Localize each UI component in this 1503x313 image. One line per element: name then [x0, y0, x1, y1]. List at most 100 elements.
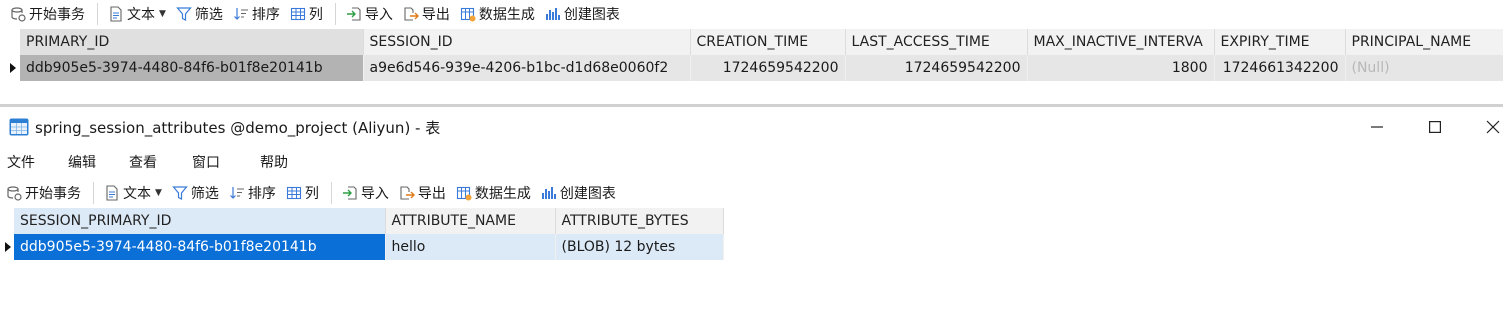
last-access-time-cell[interactable]: 1724659542200: [845, 55, 1028, 81]
column-header[interactable]: ATTRIBUTE_BYTES: [555, 208, 724, 234]
column-header[interactable]: SESSION_PRIMARY_ID: [14, 208, 386, 234]
text-label: 文本: [127, 7, 155, 23]
text-icon: [110, 6, 122, 22]
column-header[interactable]: SESSION_ID: [363, 29, 691, 55]
menu-edit[interactable]: 编辑: [68, 147, 96, 177]
begin-transaction-button[interactable]: 开始事务: [2, 181, 85, 205]
toolbar-separator: [334, 3, 336, 25]
sort-icon: [229, 187, 244, 199]
attribute-bytes-cell[interactable]: (BLOB) 12 bytes: [555, 234, 724, 260]
columns-button[interactable]: 列: [286, 2, 327, 26]
menu-bar: 文件 编辑 查看 窗口 帮助: [0, 147, 1503, 177]
columns-icon: [290, 7, 305, 21]
maximize-icon: [1429, 121, 1441, 133]
data-generation-button[interactable]: 数据生成: [456, 2, 539, 26]
column-header[interactable]: CREATION_TIME: [690, 29, 846, 55]
filter-icon: [172, 186, 188, 200]
import-icon: [342, 186, 357, 200]
begin-transaction-label: 开始事务: [29, 7, 85, 23]
row-pointer-icon: [5, 242, 11, 252]
row-header-corner: [2, 208, 14, 234]
data-generation-icon: [456, 186, 472, 201]
window-title: spring_session_attributes @demo_project …: [35, 118, 441, 137]
window-titlebar[interactable]: spring_session_attributes @demo_project …: [0, 107, 1503, 147]
export-button[interactable]: 导出: [399, 2, 454, 26]
text-button[interactable]: 文本 ▼: [100, 181, 166, 205]
create-chart-icon: [545, 8, 560, 20]
attribute-name-cell[interactable]: hello: [385, 234, 556, 260]
transaction-icon: [11, 7, 26, 22]
data-generation-label: 数据生成: [478, 7, 535, 23]
toolbar-separator: [93, 182, 94, 204]
transaction-icon: [7, 186, 22, 201]
expiry-time-cell[interactable]: 1724661342200: [1214, 55, 1346, 81]
text-label: 文本: [123, 186, 151, 202]
session-id-cell[interactable]: a9e6d546-939e-4206-b1bc-d1d68e0060f2: [363, 55, 691, 81]
minimize-icon: [1371, 126, 1383, 128]
import-label: 导入: [364, 7, 393, 23]
menu-help[interactable]: 帮助: [260, 147, 288, 177]
begin-transaction-button[interactable]: 开始事务: [6, 2, 89, 26]
column-header[interactable]: PRINCIPAL_NAME: [1345, 29, 1503, 55]
column-header[interactable]: ATTRIBUTE_NAME: [385, 208, 556, 234]
import-button[interactable]: 导入: [342, 2, 397, 26]
menu-file[interactable]: 文件: [7, 147, 35, 177]
chevron-down-icon[interactable]: ▼: [159, 9, 166, 19]
close-icon: [1486, 120, 1500, 134]
table-row[interactable]: ddb905e5-3974-4480-84f6-b01f8e20141b hel…: [2, 234, 724, 260]
create-chart-button[interactable]: 创建图表: [541, 2, 624, 26]
data-generation-icon: [460, 7, 476, 22]
export-button[interactable]: 导出: [395, 181, 450, 205]
close-button[interactable]: [1470, 107, 1503, 147]
table-row[interactable]: ddb905e5-3974-4480-84f6-b01f8e20141b a9e…: [6, 55, 1503, 81]
columns-icon: [286, 186, 301, 200]
sort-button[interactable]: 排序: [225, 181, 280, 205]
menu-window[interactable]: 窗口: [192, 147, 220, 177]
column-header[interactable]: EXPIRY_TIME: [1214, 29, 1346, 55]
filter-button[interactable]: 筛选: [172, 2, 227, 26]
create-chart-button[interactable]: 创建图表: [537, 181, 620, 205]
maximize-button[interactable]: [1412, 107, 1458, 147]
attributes-table: SESSION_PRIMARY_ID ATTRIBUTE_NAME ATTRIB…: [2, 208, 724, 260]
export-label: 导出: [417, 186, 446, 202]
sort-button[interactable]: 排序: [229, 2, 284, 26]
begin-transaction-label: 开始事务: [25, 186, 81, 202]
minimize-button[interactable]: [1354, 107, 1400, 147]
column-header[interactable]: PRIMARY_ID: [20, 29, 364, 55]
window-toolbar: 开始事务 文本 ▼ 筛选 排序 列 导入 导出 数据生成 创建图表: [2, 179, 622, 207]
toolbar-separator: [97, 3, 98, 25]
create-chart-label: 创建图表: [559, 186, 616, 202]
filter-label: 筛选: [194, 7, 223, 23]
creation-time-cell[interactable]: 1724659542200: [690, 55, 846, 81]
import-icon: [346, 7, 361, 21]
max-inactive-interval-cell[interactable]: 1800: [1027, 55, 1215, 81]
text-icon: [106, 185, 118, 201]
create-chart-label: 创建图表: [563, 7, 620, 23]
menu-view[interactable]: 查看: [129, 147, 157, 177]
attributes-header-row: SESSION_PRIMARY_ID ATTRIBUTE_NAME ATTRIB…: [2, 208, 724, 234]
sort-label: 排序: [247, 186, 276, 202]
sort-label: 排序: [251, 7, 280, 23]
column-header[interactable]: MAX_INACTIVE_INTERVA: [1027, 29, 1215, 55]
data-generation-button[interactable]: 数据生成: [452, 181, 535, 205]
row-selector[interactable]: [6, 55, 20, 81]
row-header-corner: [6, 29, 20, 55]
filter-icon: [176, 7, 192, 21]
principal-name-cell[interactable]: (Null): [1345, 55, 1503, 81]
columns-label: 列: [308, 7, 323, 23]
text-button[interactable]: 文本 ▼: [104, 2, 170, 26]
top-toolbar: 开始事务 文本 ▼ 筛选 排序 列 导入 导出 数据生成 创建图表: [6, 0, 626, 28]
import-label: 导入: [360, 186, 389, 202]
chevron-down-icon[interactable]: ▼: [155, 188, 162, 198]
column-header[interactable]: LAST_ACCESS_TIME: [845, 29, 1028, 55]
import-button[interactable]: 导入: [338, 181, 393, 205]
primary-id-cell[interactable]: ddb905e5-3974-4480-84f6-b01f8e20141b: [20, 55, 364, 81]
filter-button[interactable]: 筛选: [168, 181, 223, 205]
create-chart-icon: [541, 187, 556, 199]
columns-button[interactable]: 列: [282, 181, 323, 205]
sort-icon: [233, 8, 248, 20]
columns-label: 列: [304, 186, 319, 202]
row-selector[interactable]: [2, 234, 14, 260]
session-primary-id-cell[interactable]: ddb905e5-3974-4480-84f6-b01f8e20141b: [14, 234, 386, 260]
export-label: 导出: [421, 7, 450, 23]
